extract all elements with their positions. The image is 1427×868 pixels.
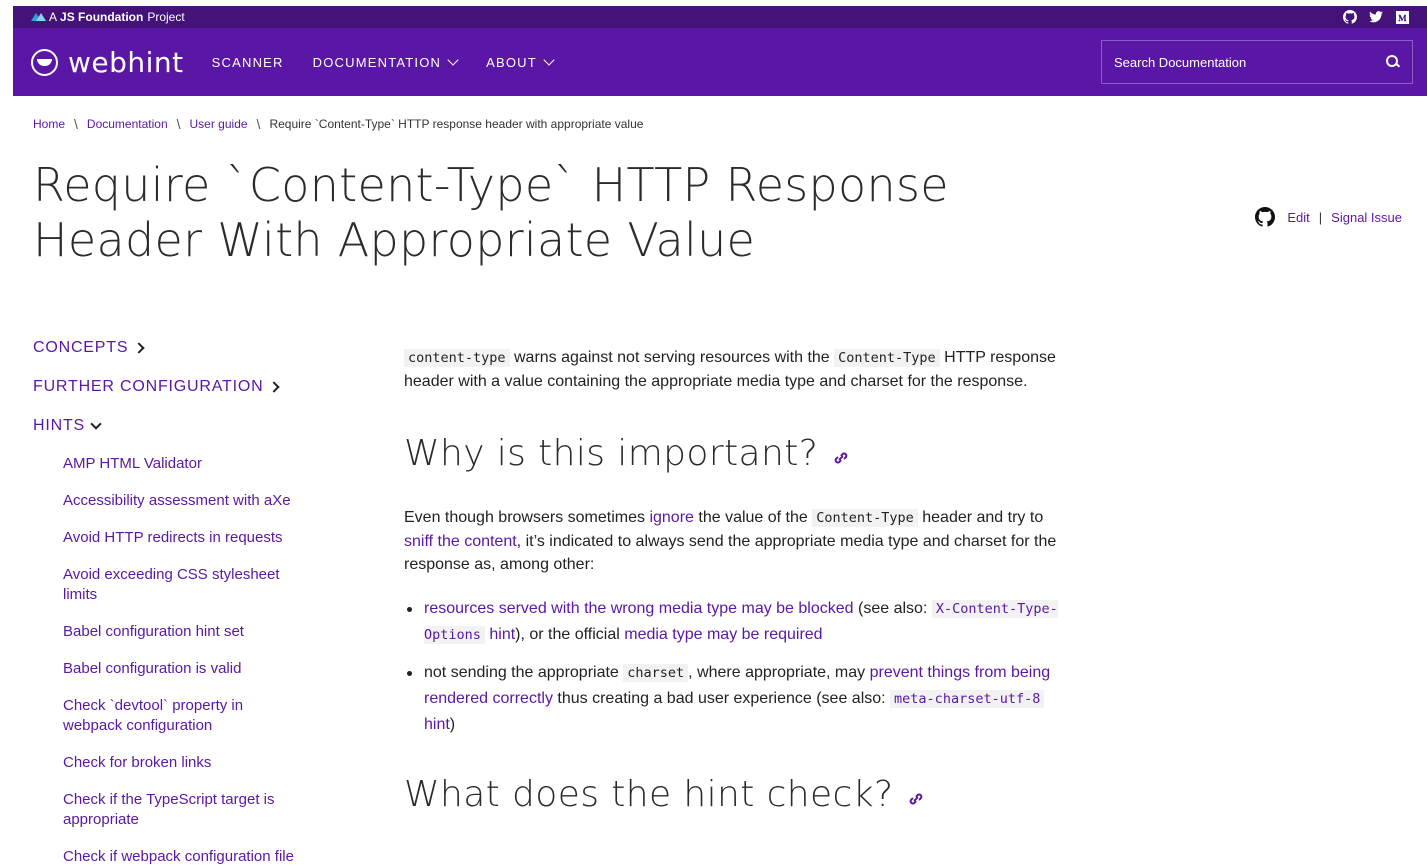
inline-code: Content-Type [812, 509, 918, 527]
list-text: , where appropriate, may [688, 664, 870, 681]
logo-text: webhint [68, 45, 184, 79]
nav-documentation-label: DOCUMENTATION [312, 54, 442, 70]
intro-text: warns against not serving resources with… [509, 349, 835, 366]
nav-about-label: ABOUT [486, 54, 537, 70]
sidebar-item-webpack-devtool[interactable]: Check `devtool` property in webpack conf… [63, 696, 303, 736]
heading-text: Why is this important? [404, 433, 819, 474]
link-anchor-icon[interactable] [832, 449, 850, 467]
nav-scanner-label: SCANNER [211, 54, 284, 70]
page-title-line2: Header With Appropriate Value [33, 213, 756, 267]
webhint-logo[interactable]: webhint [31, 46, 184, 79]
reasons-list: resources served with the wrong media ty… [404, 596, 1074, 738]
para-text: Even though browsers sometimes [404, 509, 650, 526]
sidebar-section-hints[interactable]: HINTS [33, 415, 333, 437]
chevron-down-icon [447, 53, 459, 66]
sidebar-item-babel-hint-set[interactable]: Babel configuration hint set [63, 622, 303, 642]
chevron-down-icon [90, 417, 102, 430]
intro-paragraph: content-type warns against not serving r… [404, 346, 1074, 393]
list-text: (see also: [853, 600, 932, 617]
edit-separator: | [1318, 209, 1323, 225]
nav-scanner[interactable]: SCANNER [212, 55, 284, 70]
breadcrumb-documentation[interactable]: Documentation [87, 117, 168, 131]
heading-why-important: Why is this important? [404, 433, 1074, 474]
list-text: ) [449, 716, 456, 733]
docs-sidebar: CONCEPTS FURTHER CONFIGURATION HINTS AMP… [33, 337, 333, 868]
sidebar-item-http-redirects[interactable]: Avoid HTTP redirects in requests [63, 528, 303, 548]
sidebar-item-css-stylesheet-limits[interactable]: Avoid exceeding CSS stylesheet limits [63, 565, 303, 605]
hint-link[interactable]: hint [424, 716, 450, 733]
sidebar-item-axe[interactable]: Accessibility assessment with aXe [63, 491, 303, 511]
sidebar-item-amp-html-validator[interactable]: AMP HTML Validator [63, 454, 303, 474]
list-item: not sending the appropriate charset, whe… [404, 660, 1074, 738]
sidebar-item-webpack-config-file[interactable]: Check if webpack configuration file [63, 847, 303, 867]
chevron-right-icon [268, 381, 281, 393]
sidebar-item-typescript-target[interactable]: Check if the TypeScript target is approp… [63, 790, 303, 830]
banner-prefix: A [49, 10, 58, 24]
inline-code: content-type [404, 349, 510, 367]
sniff-content-link[interactable]: sniff the content [404, 533, 517, 550]
sidebar-section-concepts[interactable]: CONCEPTS [33, 337, 333, 359]
breadcrumb-home[interactable]: Home [33, 117, 65, 131]
signal-issue-link[interactable]: Signal Issue [1331, 210, 1402, 225]
banner-org[interactable]: JS Foundation [60, 10, 143, 24]
page-title: Require `Content-Type` HTTP Response Hea… [33, 158, 1033, 268]
search-input[interactable]: Search Documentation [1101, 40, 1413, 84]
webhint-logo-icon [31, 48, 58, 76]
page-title-line1: Require `Content-Type` HTTP Response [33, 158, 949, 212]
inline-code: Content-Type [834, 349, 940, 367]
article-content: content-type warns against not serving r… [404, 346, 1074, 815]
sidebar-section-label: FURTHER CONFIGURATION [33, 378, 264, 395]
heading-text: What does the hint check? [404, 774, 894, 815]
social-links [1343, 10, 1409, 24]
inline-code: charset [623, 664, 689, 682]
sidebar-section-label: CONCEPTS [33, 339, 129, 356]
list-text: not sending the appropriate [424, 664, 624, 681]
breadcrumb-separator: \ [74, 116, 78, 132]
link-anchor-icon[interactable] [907, 790, 925, 808]
edit-links: Edit | Signal Issue [1255, 207, 1402, 227]
list-item: resources served with the wrong media ty… [404, 596, 1074, 648]
sidebar-item-babel-config-valid[interactable]: Babel configuration is valid [63, 659, 303, 679]
list-text: ), or the official [515, 626, 625, 643]
github-icon [1255, 207, 1276, 227]
search-placeholder: Search Documentation [1114, 54, 1247, 70]
nav-documentation[interactable]: DOCUMENTATION [312, 53, 459, 70]
media-type-required-link[interactable]: media type may be required [624, 626, 822, 643]
edit-link[interactable]: Edit [1287, 210, 1309, 225]
medium-icon[interactable] [1395, 10, 1409, 24]
hint-link[interactable]: hint [489, 626, 515, 643]
meta-charset-code[interactable]: meta-charset-utf-8 [890, 690, 1045, 708]
sidebar-section-further-configuration[interactable]: FURTHER CONFIGURATION [33, 376, 333, 398]
breadcrumb-separator: \ [256, 116, 261, 132]
banner-suffix: Project [147, 10, 185, 24]
why-paragraph: Even though browsers sometimes ignore th… [404, 506, 1074, 576]
github-icon[interactable] [1343, 10, 1357, 24]
heading-what-check: What does the hint check? [404, 774, 1074, 815]
chevron-right-icon [133, 342, 145, 354]
search-icon[interactable] [1386, 55, 1400, 69]
js-foundation-logo-icon [31, 12, 46, 22]
sidebar-item-broken-links[interactable]: Check for broken links [63, 753, 303, 773]
twitter-icon[interactable] [1369, 10, 1383, 24]
ignore-link[interactable]: ignore [649, 509, 693, 526]
breadcrumb-separator: \ [176, 116, 181, 132]
breadcrumb: Home \ Documentation \ User guide \ Requ… [33, 116, 643, 132]
main-navbar: webhint SCANNER DOCUMENTATION ABOUT Sear… [13, 28, 1427, 96]
breadcrumb-current: Require `Content-Type` HTTP response hea… [269, 117, 644, 131]
sidebar-section-label: HINTS [33, 417, 85, 434]
js-foundation-banner: A JS Foundation Project [13, 6, 1427, 28]
para-text: header and try to [917, 509, 1044, 526]
wrong-media-type-link[interactable]: resources served with the wrong media ty… [424, 600, 854, 617]
nav-about[interactable]: ABOUT [486, 53, 555, 70]
para-text: the value of the [693, 509, 813, 526]
breadcrumb-user-guide[interactable]: User guide [190, 117, 248, 131]
list-text: thus creating a bad user experience (see… [552, 690, 891, 707]
chevron-down-icon [543, 53, 555, 66]
